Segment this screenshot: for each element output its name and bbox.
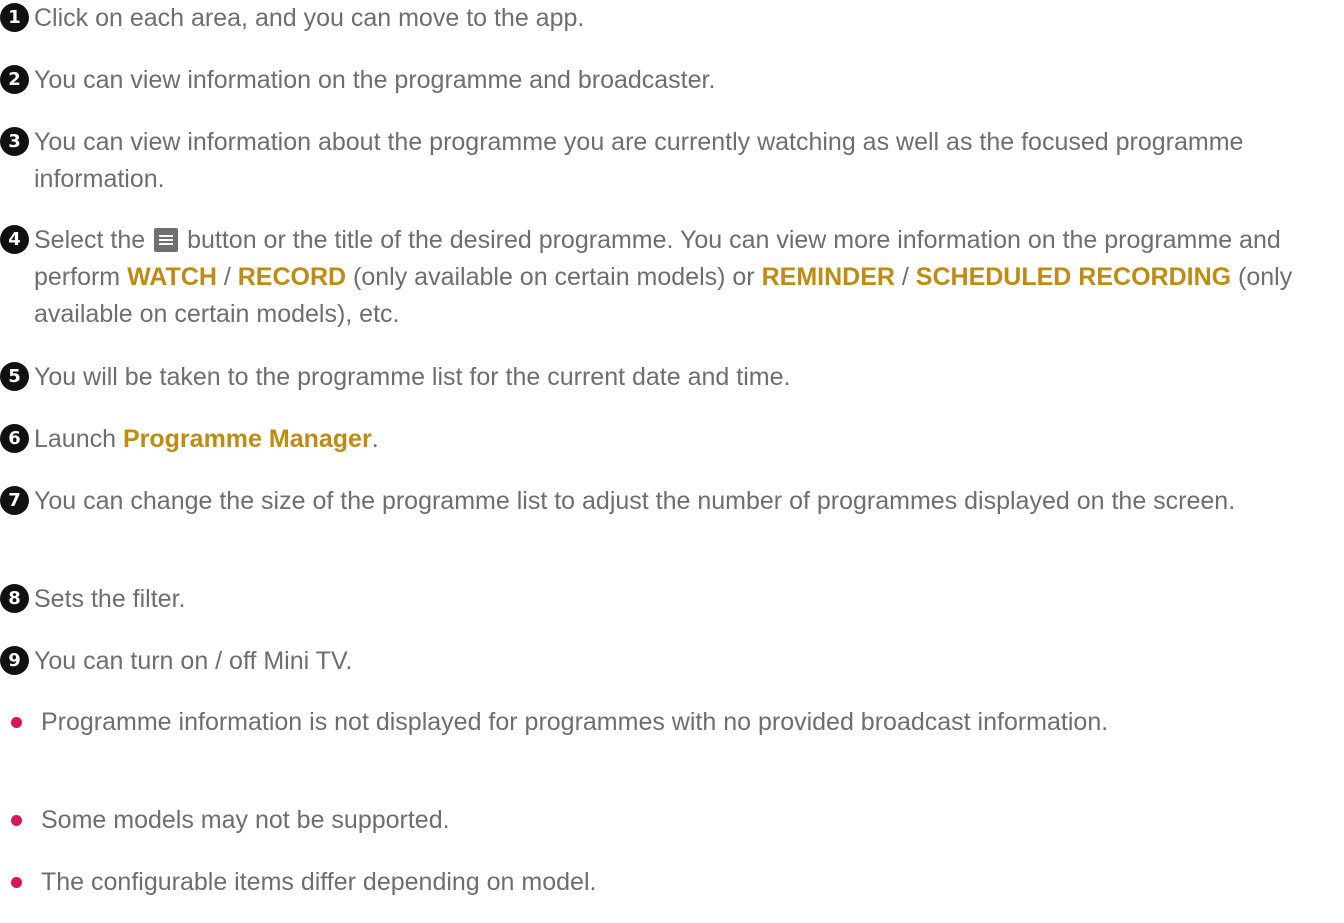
- watch-label: WATCH: [127, 263, 217, 291]
- step-text: You can turn on / off Mini TV.: [34, 647, 353, 675]
- step-number-badge: 8: [0, 584, 29, 613]
- step-8: 8 Sets the filter.: [0, 581, 1340, 618]
- note-item: Programme information is not displayed f…: [0, 704, 1340, 741]
- scheduled-recording-label: SCHEDULED RECORDING: [915, 263, 1232, 291]
- step-text-part: Launch: [34, 425, 117, 453]
- step-text-part: (only available on certain models) or: [353, 263, 755, 291]
- step-number-badge: 4: [0, 225, 29, 254]
- step-number-badge: 7: [0, 486, 29, 515]
- step-text: Click on each area, and you can move to …: [34, 4, 585, 32]
- note-item: Some models may not be supported.: [0, 802, 1340, 839]
- separator: /: [223, 263, 231, 291]
- step-3: 3 You can view information about the pro…: [0, 124, 1340, 198]
- note-item: The configurable items differ depending …: [0, 864, 1340, 901]
- step-number-badge: 9: [0, 646, 29, 675]
- step-7: 7 You can change the size of the program…: [0, 483, 1340, 520]
- menu-icon: [154, 228, 179, 252]
- step-number-badge: 1: [0, 3, 29, 32]
- bullet-icon: [11, 717, 22, 728]
- reminder-label: REMINDER: [761, 263, 895, 291]
- step-6: 6 Launch Programme Manager.: [0, 421, 1340, 458]
- step-5: 5 You will be taken to the programme lis…: [0, 359, 1340, 396]
- separator: /: [901, 263, 909, 291]
- step-9: 9 You can turn on / off Mini TV.: [0, 643, 1340, 680]
- step-text: Select the button or the title of the de…: [34, 222, 1340, 333]
- step-text: You can view information on the programm…: [34, 66, 716, 94]
- step-text-part: Select the: [34, 226, 146, 254]
- bullet-icon: [11, 815, 22, 826]
- step-1: 1 Click on each area, and you can move t…: [0, 0, 1340, 37]
- help-content: 1 Click on each area, and you can move t…: [0, 0, 1344, 923]
- note-text: Some models may not be supported.: [41, 806, 450, 834]
- step-text: You will be taken to the programme list …: [34, 363, 791, 391]
- note-text: Programme information is not displayed f…: [41, 708, 1109, 736]
- step-2: 2 You can view information on the progra…: [0, 62, 1340, 99]
- step-text: Sets the filter.: [34, 585, 186, 613]
- step-number-badge: 3: [0, 127, 29, 156]
- record-label: RECORD: [237, 263, 347, 291]
- step-text: You can change the size of the programme…: [34, 487, 1236, 515]
- step-number-badge: 6: [0, 424, 29, 453]
- note-text: The configurable items differ depending …: [41, 868, 597, 896]
- step-text-part: .: [371, 425, 379, 453]
- programme-manager-label: Programme Manager: [122, 425, 372, 453]
- step-text: You can view information about the progr…: [34, 128, 1244, 193]
- step-text: Launch Programme Manager.: [34, 421, 1340, 458]
- step-number-badge: 5: [0, 362, 29, 391]
- step-number-badge: 2: [0, 65, 29, 94]
- bullet-icon: [11, 877, 22, 888]
- step-4: 4 Select the button or the title of the …: [0, 222, 1340, 333]
